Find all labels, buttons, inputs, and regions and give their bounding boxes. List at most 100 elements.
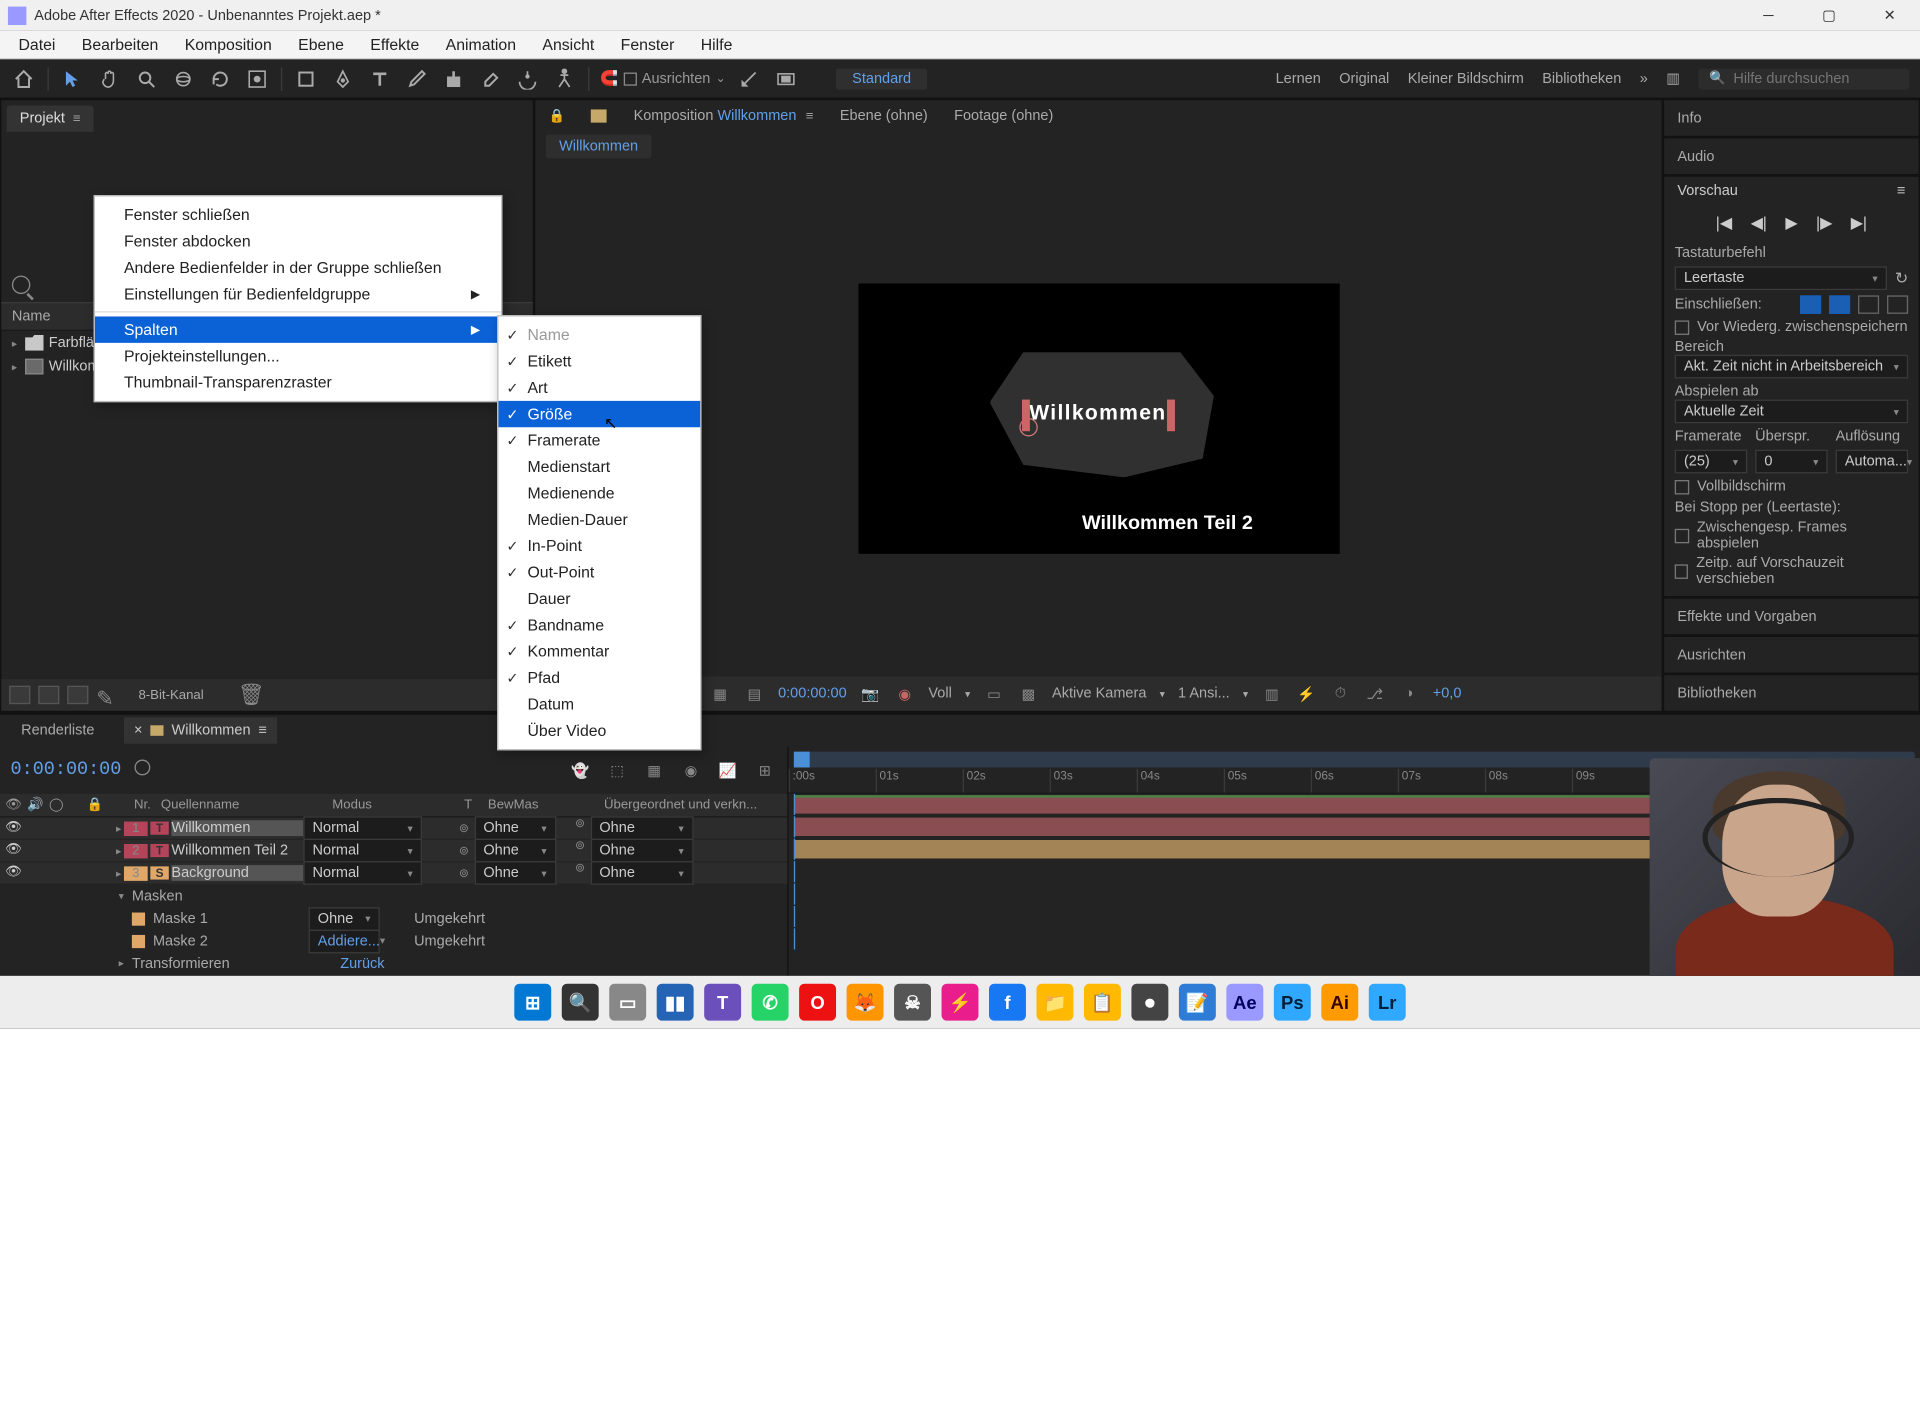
edit-tool-icon[interactable] [736, 65, 762, 91]
camera-dropdown[interactable]: Aktive Kamera [1052, 686, 1146, 702]
res-chevron-icon[interactable]: ▾ [965, 688, 970, 700]
frame-blend-icon[interactable]: ▦ [642, 760, 666, 781]
visibility-toggle[interactable]: 👁 [5, 843, 22, 859]
timeline-menu-icon[interactable]: ≡ [258, 723, 266, 739]
taskbar-app-icon[interactable]: ⚡ [942, 984, 979, 1021]
shy-icon[interactable]: 👻 [568, 760, 592, 781]
pickwhip-icon[interactable]: ⊚ [459, 821, 469, 836]
lock-icon[interactable]: 🔒 [549, 109, 565, 124]
timeline-layer[interactable]: 👁▸2TWillkommen Teil 2Normal▾⊚Ohne▾⊚Ohne▾ [0, 840, 787, 862]
tab-renderliste[interactable]: Renderliste [11, 717, 105, 743]
pixel-aspect-icon[interactable]: ▥ [1261, 684, 1282, 702]
workspace-bibliotheken[interactable]: Bibliotheken [1542, 71, 1621, 87]
eraser-tool-icon[interactable] [477, 65, 503, 91]
menu-ansicht[interactable]: Ansicht [529, 31, 607, 57]
time-display[interactable]: 0:00:00:00 [778, 686, 847, 702]
taskbar-app-icon[interactable]: 📁 [1036, 984, 1073, 1021]
tab-ebene[interactable]: Ebene (ohne) [840, 108, 928, 124]
text-layer-2[interactable]: Willkommen Teil 2 [1082, 512, 1253, 534]
tab-projekt[interactable]: Projekt ≡ [7, 105, 94, 131]
clone-tool-icon[interactable] [440, 65, 466, 91]
menu-komposition[interactable]: Komposition [172, 31, 285, 57]
next-frame-icon[interactable]: |▶ [1816, 214, 1832, 232]
visibility-toggle[interactable]: 👁 [5, 820, 22, 836]
column-toggle[interactable]: Datum [498, 691, 700, 717]
taskbar-app-icon[interactable]: f [989, 984, 1026, 1021]
include-overlays-icon[interactable] [1858, 295, 1879, 313]
cache-checkbox[interactable]: Vor Wiederg. zwischenspeichern [1675, 319, 1908, 335]
workspace-switcher-icon[interactable]: ▥ [1666, 70, 1680, 87]
graph-editor-icon[interactable]: 📈 [716, 760, 740, 781]
pickwhip-icon[interactable]: ⊚ [459, 843, 469, 858]
zoom-tool-icon[interactable] [133, 65, 159, 91]
menu-item[interactable]: Spalten▶ [95, 316, 501, 342]
column-toggle[interactable]: In-Point [498, 533, 700, 559]
menu-item[interactable]: Fenster schließen [95, 202, 501, 228]
view-chevron-icon[interactable]: ▾ [1243, 688, 1248, 700]
mask-mode-dropdown[interactable]: Addiere...▾ [309, 929, 380, 953]
guides-icon[interactable]: ▤ [744, 684, 765, 702]
menu-datei[interactable]: Datei [5, 31, 68, 57]
visibility-toggle[interactable]: 👁 [5, 865, 22, 881]
timeline-icon[interactable]: ⏱ [1330, 684, 1351, 702]
taskbar-app-icon[interactable]: ☠ [894, 984, 931, 1021]
roto-tool-icon[interactable] [514, 65, 540, 91]
menu-hilfe[interactable]: Hilfe [688, 31, 746, 57]
close-button[interactable]: ✕ [1859, 0, 1920, 30]
flowchart-icon[interactable]: ⎇ [1364, 684, 1385, 702]
panel-menu-icon[interactable]: ≡ [73, 111, 81, 126]
workspace-lernen[interactable]: Lernen [1276, 71, 1321, 87]
fast-preview-icon[interactable]: ⚡ [1296, 684, 1317, 702]
menu-animation[interactable]: Animation [432, 31, 529, 57]
first-frame-icon[interactable]: |◀ [1716, 214, 1732, 232]
mode-dropdown[interactable]: Normal▾ [303, 839, 422, 863]
taskbar-app-icon[interactable]: Ps [1274, 984, 1311, 1021]
taskbar-app-icon[interactable]: ✆ [752, 984, 789, 1021]
resolution-dropdown[interactable]: Voll [928, 686, 951, 702]
menu-item[interactable]: Projekteinstellungen... [95, 343, 501, 369]
taskbar-app-icon[interactable]: 📋 [1084, 984, 1121, 1021]
column-toggle[interactable]: Framerate [498, 427, 700, 453]
cam-chevron-icon[interactable]: ▾ [1160, 688, 1165, 700]
layer-search[interactable] [135, 758, 151, 782]
menu-item[interactable]: Einstellungen für Bedienfeldgruppe▶ [95, 281, 501, 307]
reset-icon[interactable]: ↻ [1895, 269, 1908, 287]
menu-item[interactable]: Andere Bedienfelder in der Gruppe schlie… [95, 255, 501, 281]
taskbar-app-icon[interactable]: ⊞ [514, 984, 551, 1021]
mode-dropdown[interactable]: Normal▾ [303, 861, 422, 885]
snap-toggle[interactable]: 🧲 Ausrichten ⌄ [600, 70, 726, 87]
menu-item[interactable]: Fenster abdocken [95, 228, 501, 254]
stop-cache-checkbox[interactable]: Zwischengesp. Frames abspielen [1675, 520, 1908, 552]
interpret-footage-icon[interactable] [9, 686, 30, 704]
new-comp-icon[interactable] [38, 686, 59, 704]
panel-audio[interactable]: Audio [1663, 137, 1920, 175]
mask-mode-dropdown[interactable]: Ohne▾ [309, 907, 380, 931]
column-toggle[interactable]: Pfad [498, 665, 700, 691]
tab-timeline-willkommen[interactable]: × Willkommen ≡ [123, 717, 277, 743]
pickwhip-icon[interactable]: ⊚ [575, 839, 585, 863]
exposure-value[interactable]: +0,0 [1433, 686, 1462, 702]
parent-dropdown[interactable]: Ohne▾ [590, 839, 693, 863]
column-toggle[interactable]: Kommentar [498, 638, 700, 664]
column-toggle[interactable]: Medien-Dauer [498, 506, 700, 532]
anchor-tool-icon[interactable] [244, 65, 270, 91]
range-dropdown[interactable]: Akt. Zeit nicht in Arbeitsbereich▾ [1675, 355, 1908, 379]
pen-tool-icon[interactable] [330, 65, 356, 91]
include-video-icon[interactable] [1800, 295, 1821, 313]
taskbar-app-icon[interactable]: 🔍 [562, 984, 599, 1021]
home-icon[interactable] [11, 65, 37, 91]
fullscreen-checkbox[interactable]: Vollbildschirm [1675, 479, 1908, 495]
framerate-dropdown[interactable]: (25)▾ [1675, 450, 1748, 474]
include-audio-icon[interactable] [1829, 295, 1850, 313]
workspace-standard[interactable]: Standard [836, 68, 927, 89]
comp-panel-menu-icon[interactable]: ≡ [806, 109, 814, 124]
timeline-layer[interactable]: 👁▸3SBackgroundNormal▾⊚Ohne▾⊚Ohne▾ [0, 862, 787, 884]
view-dropdown[interactable]: 1 Ansi... [1178, 686, 1230, 702]
menu-fenster[interactable]: Fenster [608, 31, 688, 57]
column-toggle[interactable]: Bandname [498, 612, 700, 638]
rotate-tool-icon[interactable] [207, 65, 233, 91]
transparency-icon[interactable]: ▩ [1018, 684, 1039, 702]
selection-tool-icon[interactable] [59, 65, 85, 91]
taskbar-app-icon[interactable]: Ae [1226, 984, 1263, 1021]
composition-viewer[interactable]: Willkommen Willkommen Teil 2 [535, 161, 1661, 677]
